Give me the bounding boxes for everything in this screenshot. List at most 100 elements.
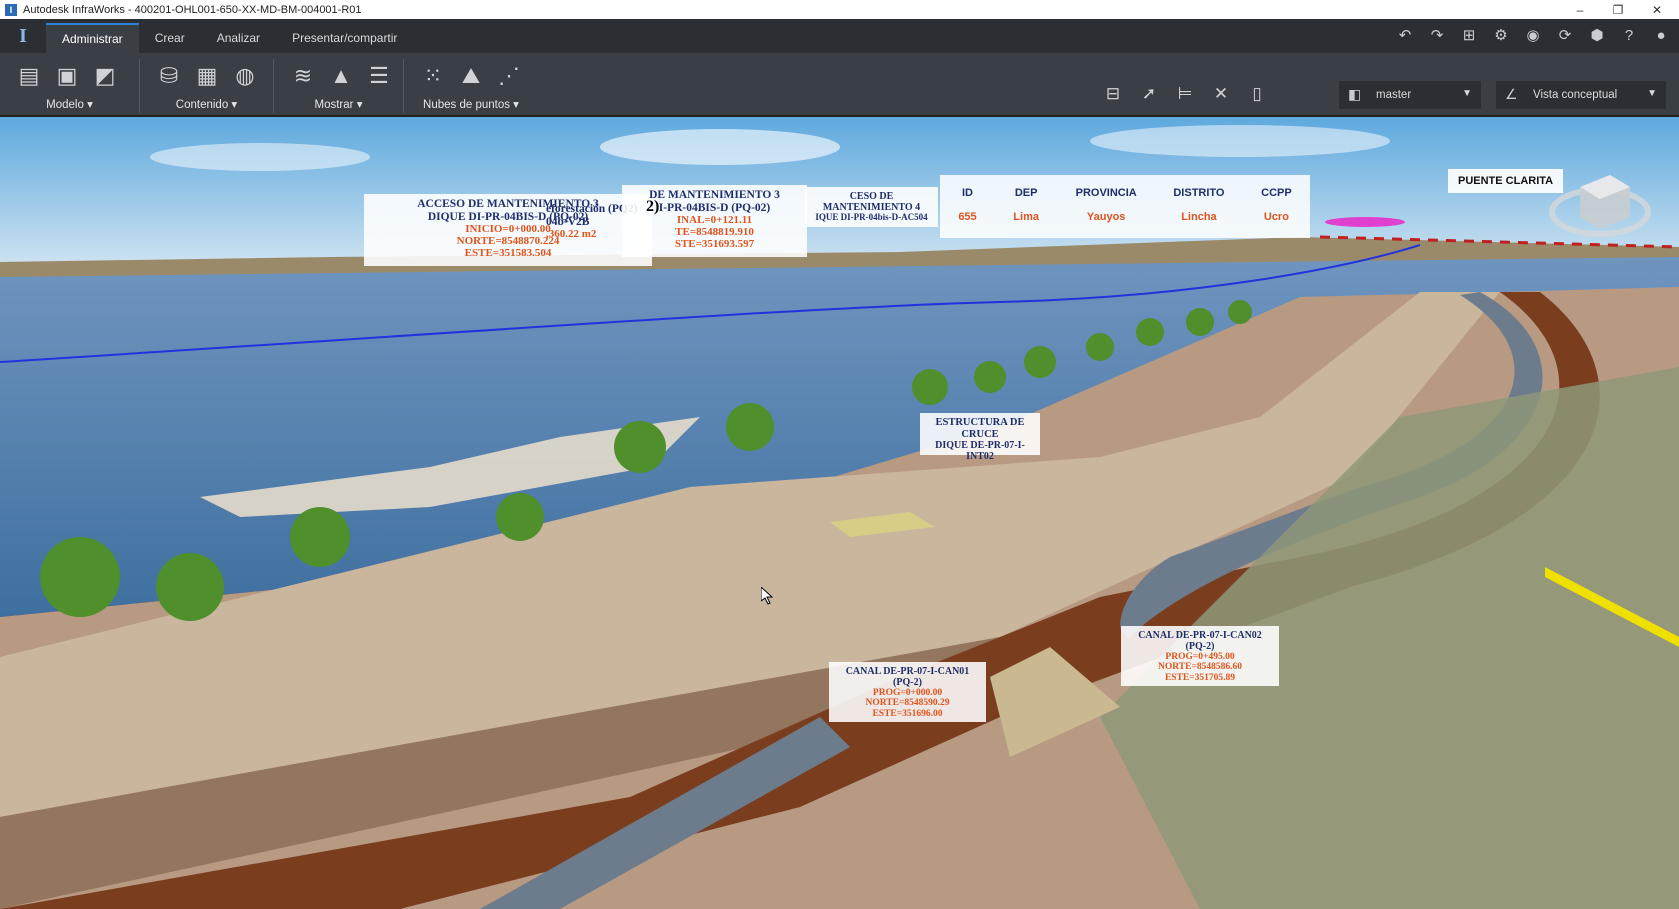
visual-style-dropdown[interactable]: ∠ Vista conceptual ▼ xyxy=(1496,81,1666,109)
close-button[interactable]: ✕ xyxy=(1637,0,1677,19)
cloud xyxy=(600,129,840,165)
label-title: ESTRUCTURA DE CRUCE xyxy=(935,417,1025,440)
label-estructura-cruce[interactable]: ESTRUCTURA DE CRUCE DIQUE DE-PR-07-I-INT… xyxy=(920,413,1040,462)
map-icon[interactable]: ◩ xyxy=(90,61,120,91)
undo-icon[interactable]: ↶ xyxy=(1395,25,1415,45)
label-acceso-mantenimiento-3-fin[interactable]: DE MANTENIMIENTO 3 I-PR-04BIS-D (PQ-02) … xyxy=(622,185,807,257)
point-cloud-edit-icon[interactable]: ⋰ xyxy=(494,61,524,91)
ribbon-group-modelo: ▤ ▣ ◩ Modelo ▾ xyxy=(0,59,140,113)
label-title: CESO DE MANTENIMIENTO 4 xyxy=(822,191,921,213)
column-value: Yauyos xyxy=(1086,211,1126,223)
redo-icon[interactable]: ↷ xyxy=(1427,25,1447,45)
globe-online-icon[interactable]: ◉ xyxy=(1523,25,1543,45)
label-value: NORTE=8548586.60 xyxy=(1158,662,1242,673)
label-value: INAL=0+121.11 xyxy=(676,214,753,227)
visual-style-value: Vista conceptual xyxy=(1533,89,1618,101)
column-value: 655 xyxy=(958,211,977,223)
proposal-value: master xyxy=(1376,89,1412,101)
label-subtitle: IQUE DI-PR-04bis-D-AC504 xyxy=(815,212,928,222)
user-avatar-icon[interactable]: ● xyxy=(1651,25,1671,45)
info-table: ID 655 DEP Lima PROVINCIA Yauyos DISTRIT… xyxy=(940,175,1310,238)
scene-render xyxy=(0,117,1679,909)
infraworks-app-icon: I xyxy=(5,3,17,16)
label-value: STE=351693.597 xyxy=(674,238,755,251)
fit-view-icon[interactable]: ⊞ xyxy=(1459,25,1479,45)
settings-gear-icon[interactable]: ⚙ xyxy=(1491,25,1511,45)
label-canal-02[interactable]: CANAL DE-PR-07-I-CAN02 (PQ-2) PROG=0+495… xyxy=(1121,626,1279,686)
ribbon-group-nubes-de-puntos: ⁙ ⛰ ⋰ Nubes de puntos ▾ xyxy=(404,59,538,113)
column-header: DEP xyxy=(1014,187,1038,199)
pink-marker xyxy=(1325,217,1405,227)
label-canal-01[interactable]: CANAL DE-PR-07-I-CAN01 (PQ-2) PROG=0+000… xyxy=(829,662,986,722)
infraworks-logo-icon[interactable]: I xyxy=(0,19,46,53)
proposal-icon: ◧ xyxy=(1348,86,1362,102)
quick-access-toolbar: ↶ ↷ ⊞ ⚙ ◉ ⟳ ⬢ ? ● xyxy=(1395,25,1671,45)
ribbon-group-mostrar: ≋ ▲ ☰ Mostrar ▾ xyxy=(274,59,404,113)
data-sources-icon[interactable]: ⛁ xyxy=(154,61,184,91)
ribbon-tab-bar: I Administrar Crear Analizar Presentar/c… xyxy=(0,19,1679,53)
list-icon[interactable]: ☰ xyxy=(364,61,394,91)
model-explorer-icon[interactable]: ▤ xyxy=(14,61,44,91)
ribbon-group-contenido: ⛁ ▦ ◍ Contenido ▾ xyxy=(140,59,274,113)
grid-icon[interactable]: ▦ xyxy=(192,61,222,91)
ribbon-group-label[interactable]: Modelo ▾ xyxy=(0,97,139,111)
3d-viewport[interactable]: ACCESO DE MANTENIMIENTO 3 DIQUE DI-PR-04… xyxy=(0,117,1679,909)
layers-icon[interactable]: ≋ xyxy=(288,61,318,91)
label-title: CANAL DE-PR-07-I-CAN02 (PQ-2) xyxy=(1138,630,1262,652)
ribbon-group-label[interactable]: Contenido ▾ xyxy=(140,97,273,111)
minimize-button[interactable]: – xyxy=(1560,0,1600,19)
visual-style-icon: ∠ xyxy=(1505,86,1518,102)
viewcube-icon[interactable] xyxy=(1545,157,1655,247)
label-subtitle: DIQUE DE-PR-07-I-INT02 xyxy=(935,440,1025,463)
info-col-id: ID 655 xyxy=(958,187,976,238)
model-properties-icon[interactable]: ▣ xyxy=(52,61,82,91)
info-col-provincia: PROVINCIA Yauyos xyxy=(1076,187,1137,238)
tab-analizar[interactable]: Analizar xyxy=(201,23,276,53)
measure-icon[interactable]: ⊨ xyxy=(1172,81,1198,107)
label-value: TE=8548819.910 xyxy=(675,226,754,239)
label-acceso-mantenimiento-4[interactable]: CESO DE MANTENIMIENTO 4 IQUE DI-PR-04bis… xyxy=(805,187,938,227)
column-header: ID xyxy=(961,187,973,199)
point-cloud-terrain-icon[interactable]: ⛰ xyxy=(456,61,486,91)
info-col-ccpp: CCPP Ucro xyxy=(1261,187,1292,238)
label-value: PROG=0+000.00 xyxy=(872,688,943,698)
mouse-cursor-icon xyxy=(761,587,773,605)
column-value: Ucro xyxy=(1263,211,1289,223)
column-header: CCPP xyxy=(1261,187,1292,199)
ribbon-group-label[interactable]: Nubes de puntos ▾ xyxy=(404,97,538,111)
info-col-dep: DEP Lima xyxy=(1013,187,1039,238)
restore-button[interactable]: ❐ xyxy=(1598,0,1638,19)
ribbon-group-label[interactable]: Mostrar ▾ xyxy=(274,97,403,111)
column-value: Lincha xyxy=(1181,211,1217,223)
title-bar: I Autodesk InfraWorks - 400201-OHL001-65… xyxy=(0,0,1679,19)
tab-crear[interactable]: Crear xyxy=(139,23,201,53)
view-tools: ⊟ ➚ ⊨ ✕ ▯ xyxy=(1100,81,1270,107)
column-header: PROVINCIA xyxy=(1075,187,1137,199)
proposal-dropdown[interactable]: ◧ master ▼ xyxy=(1339,81,1481,109)
chevron-down-icon: ▼ xyxy=(1462,88,1472,99)
globe-icon[interactable]: ◍ xyxy=(230,61,260,91)
label-value: ESTE=351696.00 xyxy=(872,708,943,719)
tab-administrar[interactable]: Administrar xyxy=(46,23,139,53)
tab-presentar-compartir[interactable]: Presentar/compartir xyxy=(276,23,413,53)
window-title: Autodesk InfraWorks - 400201-OHL001-650-… xyxy=(23,3,362,16)
help-icon[interactable]: ? xyxy=(1619,25,1639,45)
column-value: Lima xyxy=(1013,211,1039,223)
sync-icon[interactable]: ⟳ xyxy=(1555,25,1575,45)
cloud xyxy=(1090,125,1390,157)
bookmark-icon[interactable]: ▯ xyxy=(1244,81,1270,107)
label-value: ESTE=351705.89 xyxy=(1164,672,1236,683)
point-cloud-icon[interactable]: ⁙ xyxy=(418,61,448,91)
presentation-icon[interactable]: ⊟ xyxy=(1100,81,1126,107)
column-header: DISTRITO xyxy=(1173,187,1225,199)
label-value: NORTE=8548590.29 xyxy=(865,698,950,709)
terrain-icon[interactable]: ▲ xyxy=(326,61,356,91)
select-pointer-icon[interactable]: ➚ xyxy=(1136,81,1162,107)
chevron-down-icon: ▼ xyxy=(1647,88,1657,99)
close-tools-icon[interactable]: ✕ xyxy=(1208,81,1234,107)
cloud xyxy=(150,143,370,171)
label-fragment: 2) xyxy=(646,198,660,215)
cloud-model-icon[interactable]: ⬢ xyxy=(1587,25,1607,45)
info-col-distrito: DISTRITO Lincha xyxy=(1173,187,1224,238)
label-value: PROG=0+495.00 xyxy=(1165,652,1235,662)
